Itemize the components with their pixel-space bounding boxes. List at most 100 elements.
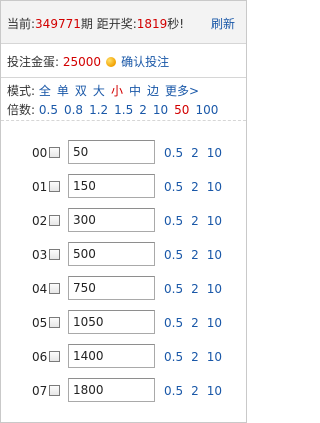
- quick-2[interactable]: 2: [191, 282, 199, 296]
- quick-10[interactable]: 10: [207, 282, 222, 296]
- bet-checkbox[interactable]: [49, 147, 60, 158]
- bet-amount-input[interactable]: [68, 276, 155, 300]
- bet-amount-input[interactable]: [68, 174, 155, 198]
- mode-even[interactable]: 双: [75, 84, 87, 98]
- bet-row: 04 0.5 2 10: [1, 273, 246, 306]
- bet-amount-input[interactable]: [68, 378, 155, 402]
- quick-multipliers: 0.5 2 10: [164, 214, 230, 228]
- period-suffix: 期: [80, 17, 93, 31]
- modes-label: 模式:: [7, 84, 36, 98]
- bet-number: 07: [32, 384, 48, 398]
- multiplier-0-8[interactable]: 0.8: [64, 103, 83, 117]
- bet-number: 06: [32, 350, 48, 364]
- mode-more[interactable]: 更多>: [165, 84, 199, 98]
- bet-amount-input[interactable]: [68, 208, 155, 232]
- quick-multipliers: 0.5 2 10: [164, 146, 230, 160]
- bet-number: 00: [32, 146, 48, 160]
- quick-multipliers: 0.5 2 10: [164, 316, 230, 330]
- multiplier-100[interactable]: 100: [195, 103, 218, 117]
- quick-2[interactable]: 2: [191, 350, 199, 364]
- quick-multipliers: 0.5 2 10: [164, 180, 230, 194]
- mode-all[interactable]: 全: [39, 84, 51, 98]
- bet-amount-input[interactable]: [68, 344, 155, 368]
- quick-0-5[interactable]: 0.5: [164, 180, 183, 194]
- bet-amount-bar: 投注金蛋: 25000 确认投注: [1, 44, 246, 78]
- quick-multipliers: 0.5 2 10: [164, 384, 230, 398]
- refresh-link[interactable]: 刷新: [211, 15, 235, 32]
- bet-row: 03 0.5 2 10: [1, 239, 246, 272]
- bet-number: 04: [32, 282, 48, 296]
- bet-row: 07 0.5 2 10: [1, 375, 246, 408]
- bet-checkbox[interactable]: [49, 385, 60, 396]
- quick-2[interactable]: 2: [191, 316, 199, 330]
- bet-amount-input[interactable]: [68, 310, 155, 334]
- bet-row: 06 0.5 2 10: [1, 341, 246, 374]
- multiplier-2[interactable]: 2: [139, 103, 147, 117]
- multiplier-0-5[interactable]: 0.5: [39, 103, 58, 117]
- betting-panel: 当前:349771期 距开奖:1819秒! 刷新 投注金蛋: 25000 确认投注…: [0, 0, 247, 423]
- quick-10[interactable]: 10: [207, 248, 222, 262]
- confirm-bet-link[interactable]: 确认投注: [121, 55, 169, 69]
- quick-multipliers: 0.5 2 10: [164, 282, 230, 296]
- bet-number: 05: [32, 316, 48, 330]
- quick-multipliers: 0.5 2 10: [164, 248, 230, 262]
- countdown-seconds: 1819: [136, 17, 168, 31]
- gold-coin-icon: [106, 57, 117, 67]
- bet-number: 03: [32, 248, 48, 262]
- mode-middle[interactable]: 中: [129, 84, 141, 98]
- quick-10[interactable]: 10: [207, 316, 222, 330]
- quick-2[interactable]: 2: [191, 384, 199, 398]
- quick-10[interactable]: 10: [207, 214, 222, 228]
- quick-0-5[interactable]: 0.5: [164, 384, 183, 398]
- quick-2[interactable]: 2: [191, 214, 199, 228]
- mode-odd[interactable]: 单: [57, 84, 69, 98]
- multiplier-1-2[interactable]: 1.2: [89, 103, 108, 117]
- period-number: 349771: [35, 17, 81, 31]
- quick-10[interactable]: 10: [207, 146, 222, 160]
- bet-row: 05 0.5 2 10: [1, 307, 246, 340]
- bet-row: 01 0.5 2 10: [1, 171, 246, 204]
- quick-0-5[interactable]: 0.5: [164, 316, 183, 330]
- quick-0-5[interactable]: 0.5: [164, 214, 183, 228]
- bet-row: 02 0.5 2 10: [1, 205, 246, 238]
- bet-checkbox[interactable]: [49, 283, 60, 294]
- multiplier-50[interactable]: 50: [174, 103, 189, 117]
- status-bar: 当前:349771期 距开奖:1819秒! 刷新: [1, 1, 246, 44]
- multiplier-10[interactable]: 10: [153, 103, 168, 117]
- bet-checkbox[interactable]: [49, 351, 60, 362]
- bet-checkbox[interactable]: [49, 249, 60, 260]
- quick-2[interactable]: 2: [191, 146, 199, 160]
- multiplier-line: 倍数: 0.5 0.8 1.2 1.5 2 10 50 100: [7, 101, 224, 118]
- quick-10[interactable]: 10: [207, 350, 222, 364]
- period-info: 当前:349771期 距开奖:1819秒!: [7, 15, 184, 32]
- quick-0-5[interactable]: 0.5: [164, 248, 183, 262]
- seconds-suffix: 秒!: [167, 17, 185, 31]
- bet-checkbox[interactable]: [49, 317, 60, 328]
- bet-amount-input[interactable]: [68, 140, 155, 164]
- multiplier-label: 倍数:: [7, 103, 36, 117]
- bet-amount-info: 投注金蛋: 25000 确认投注: [7, 53, 169, 70]
- modes-line: 模式: 全单双大小中边更多>: [7, 82, 205, 99]
- quick-0-5[interactable]: 0.5: [164, 282, 183, 296]
- bet-number: 02: [32, 214, 48, 228]
- bet-checkbox[interactable]: [49, 181, 60, 192]
- mode-small[interactable]: 小: [111, 84, 123, 98]
- bet-amount-value: 25000: [62, 55, 102, 69]
- quick-10[interactable]: 10: [207, 384, 222, 398]
- current-label: 当前:: [7, 17, 36, 31]
- bet-checkbox[interactable]: [49, 215, 60, 226]
- multiplier-1-5[interactable]: 1.5: [114, 103, 133, 117]
- bet-amount-label: 投注金蛋:: [7, 55, 60, 69]
- quick-2[interactable]: 2: [191, 248, 199, 262]
- quick-10[interactable]: 10: [207, 180, 222, 194]
- quick-0-5[interactable]: 0.5: [164, 350, 183, 364]
- mode-edge[interactable]: 边: [147, 84, 159, 98]
- bet-number: 01: [32, 180, 48, 194]
- draw-label: 距开奖:: [96, 17, 137, 31]
- bet-amount-input[interactable]: [68, 242, 155, 266]
- mode-big[interactable]: 大: [93, 84, 105, 98]
- quick-multipliers: 0.5 2 10: [164, 350, 230, 364]
- quick-2[interactable]: 2: [191, 180, 199, 194]
- bet-row: 00 0.5 2 10: [1, 137, 246, 170]
- quick-0-5[interactable]: 0.5: [164, 146, 183, 160]
